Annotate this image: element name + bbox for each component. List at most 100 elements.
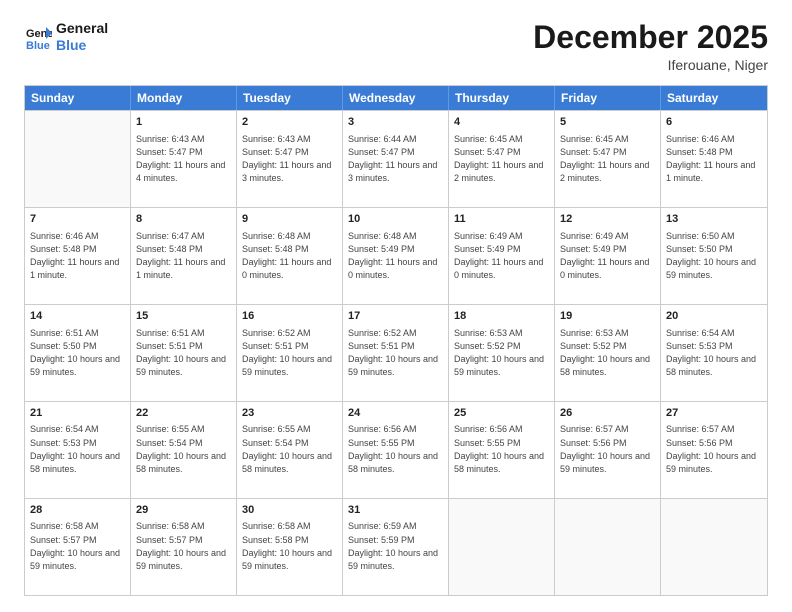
day-info: Sunrise: 6:43 AMSunset: 5:47 PMDaylight:… [136, 133, 231, 185]
header: General Blue General Blue December 2025 … [24, 20, 768, 73]
calendar-week-2: 7 Sunrise: 6:46 AMSunset: 5:48 PMDaylight… [25, 207, 767, 304]
day-number: 22 [136, 406, 231, 421]
day-number: 14 [30, 309, 125, 324]
day-number: 9 [242, 212, 337, 227]
day-number: 25 [454, 406, 549, 421]
calendar-cell: 10 Sunrise: 6:48 AMSunset: 5:49 PMDayligh… [343, 208, 449, 304]
day-info: Sunrise: 6:43 AMSunset: 5:47 PMDaylight:… [242, 133, 337, 185]
calendar-cell [661, 499, 767, 595]
calendar-cell: 1Sunrise: 6:43 AMSunset: 5:47 PMDaylight… [131, 111, 237, 207]
calendar-cell: 6 Sunrise: 6:46 AMSunset: 5:48 PMDaylight… [661, 111, 767, 207]
day-number: 28 [30, 503, 125, 518]
day-info: Sunrise: 6:55 AMSunset: 5:54 PMDaylight:… [136, 423, 231, 475]
calendar-cell: 15Sunrise: 6:51 AMSunset: 5:51 PMDayligh… [131, 305, 237, 401]
calendar-week-3: 14 Sunrise: 6:51 AMSunset: 5:50 PMDayligh… [25, 304, 767, 401]
calendar-cell: 3Sunrise: 6:44 AMSunset: 5:47 PMDaylight… [343, 111, 449, 207]
day-info: Sunrise: 6:54 AMSunset: 5:53 PMDaylight:… [666, 327, 762, 379]
day-info: Sunrise: 6:57 AMSunset: 5:56 PMDaylight:… [666, 423, 762, 475]
calendar-cell: 22 Sunrise: 6:55 AMSunset: 5:54 PMDayligh… [131, 402, 237, 498]
day-number: 16 [242, 309, 337, 324]
day-header-friday: Friday [555, 86, 661, 110]
day-number: 24 [348, 406, 443, 421]
day-info: Sunrise: 6:48 AMSunset: 5:49 PMDaylight:… [348, 230, 443, 282]
day-number: 27 [666, 406, 762, 421]
calendar-week-5: 28 Sunrise: 6:58 AMSunset: 5:57 PMDayligh… [25, 498, 767, 595]
title-block: December 2025 Iferouane, Niger [533, 20, 768, 73]
day-number: 17 [348, 309, 443, 324]
calendar-cell: 7 Sunrise: 6:46 AMSunset: 5:48 PMDaylight… [25, 208, 131, 304]
day-info: Sunrise: 6:52 AMSunset: 5:51 PMDaylight:… [242, 327, 337, 379]
day-number: 5 [560, 115, 655, 130]
day-number: 7 [30, 212, 125, 227]
svg-text:Blue: Blue [26, 40, 50, 51]
calendar-cell: 25 Sunrise: 6:56 AMSunset: 5:55 PMDayligh… [449, 402, 555, 498]
calendar-cell: 27 Sunrise: 6:57 AMSunset: 5:56 PMDayligh… [661, 402, 767, 498]
calendar-cell: 31Sunrise: 6:59 AMSunset: 5:59 PMDayligh… [343, 499, 449, 595]
day-number: 19 [560, 309, 655, 324]
day-number: 21 [30, 406, 125, 421]
day-number: 18 [454, 309, 549, 324]
day-info: Sunrise: 6:50 AMSunset: 5:50 PMDaylight:… [666, 230, 762, 282]
day-info: Sunrise: 6:58 AMSunset: 5:57 PMDaylight:… [30, 520, 125, 572]
day-number: 26 [560, 406, 655, 421]
day-info: Sunrise: 6:59 AMSunset: 5:59 PMDaylight:… [348, 520, 443, 572]
day-number: 30 [242, 503, 337, 518]
day-info: Sunrise: 6:46 AMSunset: 5:48 PMDaylight:… [30, 230, 125, 282]
calendar-week-1: 1Sunrise: 6:43 AMSunset: 5:47 PMDaylight… [25, 110, 767, 207]
day-number: 8 [136, 212, 231, 227]
calendar-cell: 30 Sunrise: 6:58 AMSunset: 5:58 PMDayligh… [237, 499, 343, 595]
day-number: 13 [666, 212, 762, 227]
day-info: Sunrise: 6:49 AMSunset: 5:49 PMDaylight:… [454, 230, 549, 282]
logo-line1: General [56, 20, 108, 37]
location: Iferouane, Niger [533, 57, 768, 73]
calendar-cell: 19 Sunrise: 6:53 AMSunset: 5:52 PMDayligh… [555, 305, 661, 401]
day-info: Sunrise: 6:54 AMSunset: 5:53 PMDaylight:… [30, 423, 125, 475]
day-info: Sunrise: 6:47 AMSunset: 5:48 PMDaylight:… [136, 230, 231, 282]
calendar-cell: 16 Sunrise: 6:52 AMSunset: 5:51 PMDayligh… [237, 305, 343, 401]
day-info: Sunrise: 6:51 AMSunset: 5:50 PMDaylight:… [30, 327, 125, 379]
calendar-cell: 8 Sunrise: 6:47 AMSunset: 5:48 PMDaylight… [131, 208, 237, 304]
day-number: 29 [136, 503, 231, 518]
day-info: Sunrise: 6:46 AMSunset: 5:48 PMDaylight:… [666, 133, 762, 185]
day-info: Sunrise: 6:48 AMSunset: 5:48 PMDaylight:… [242, 230, 337, 282]
calendar-cell: 28 Sunrise: 6:58 AMSunset: 5:57 PMDayligh… [25, 499, 131, 595]
day-number: 10 [348, 212, 443, 227]
day-info: Sunrise: 6:56 AMSunset: 5:55 PMDaylight:… [454, 423, 549, 475]
calendar-cell: 23Sunrise: 6:55 AMSunset: 5:54 PMDayligh… [237, 402, 343, 498]
calendar-cell: 13 Sunrise: 6:50 AMSunset: 5:50 PMDayligh… [661, 208, 767, 304]
calendar-body: 1Sunrise: 6:43 AMSunset: 5:47 PMDaylight… [25, 110, 767, 595]
calendar-cell: 14 Sunrise: 6:51 AMSunset: 5:50 PMDayligh… [25, 305, 131, 401]
day-number: 6 [666, 115, 762, 130]
day-info: Sunrise: 6:53 AMSunset: 5:52 PMDaylight:… [560, 327, 655, 379]
logo-line2: Blue [56, 37, 108, 54]
calendar-cell: 26Sunrise: 6:57 AMSunset: 5:56 PMDayligh… [555, 402, 661, 498]
logo-icon: General Blue [24, 23, 52, 51]
day-info: Sunrise: 6:52 AMSunset: 5:51 PMDaylight:… [348, 327, 443, 379]
day-info: Sunrise: 6:44 AMSunset: 5:47 PMDaylight:… [348, 133, 443, 185]
day-info: Sunrise: 6:53 AMSunset: 5:52 PMDaylight:… [454, 327, 549, 379]
day-number: 4 [454, 115, 549, 130]
day-number: 23 [242, 406, 337, 421]
day-info: Sunrise: 6:49 AMSunset: 5:49 PMDaylight:… [560, 230, 655, 282]
calendar-cell: 5Sunrise: 6:45 AMSunset: 5:47 PMDaylight… [555, 111, 661, 207]
calendar-cell: 9 Sunrise: 6:48 AMSunset: 5:48 PMDaylight… [237, 208, 343, 304]
day-header-thursday: Thursday [449, 86, 555, 110]
page: General Blue General Blue December 2025 … [0, 0, 792, 612]
calendar-cell: 24 Sunrise: 6:56 AMSunset: 5:55 PMDayligh… [343, 402, 449, 498]
calendar-week-4: 21 Sunrise: 6:54 AMSunset: 5:53 PMDayligh… [25, 401, 767, 498]
calendar-cell: 29 Sunrise: 6:58 AMSunset: 5:57 PMDayligh… [131, 499, 237, 595]
day-header-monday: Monday [131, 86, 237, 110]
day-number: 20 [666, 309, 762, 324]
day-info: Sunrise: 6:58 AMSunset: 5:58 PMDaylight:… [242, 520, 337, 572]
logo: General Blue General Blue [24, 20, 108, 54]
calendar-cell: 18 Sunrise: 6:53 AMSunset: 5:52 PMDayligh… [449, 305, 555, 401]
calendar-cell: 20 Sunrise: 6:54 AMSunset: 5:53 PMDayligh… [661, 305, 767, 401]
day-info: Sunrise: 6:56 AMSunset: 5:55 PMDaylight:… [348, 423, 443, 475]
calendar-cell: 4 Sunrise: 6:45 AMSunset: 5:47 PMDaylight… [449, 111, 555, 207]
day-info: Sunrise: 6:58 AMSunset: 5:57 PMDaylight:… [136, 520, 231, 572]
day-info: Sunrise: 6:45 AMSunset: 5:47 PMDaylight:… [454, 133, 549, 185]
day-header-tuesday: Tuesday [237, 86, 343, 110]
calendar-cell [449, 499, 555, 595]
day-number: 12 [560, 212, 655, 227]
day-header-saturday: Saturday [661, 86, 767, 110]
